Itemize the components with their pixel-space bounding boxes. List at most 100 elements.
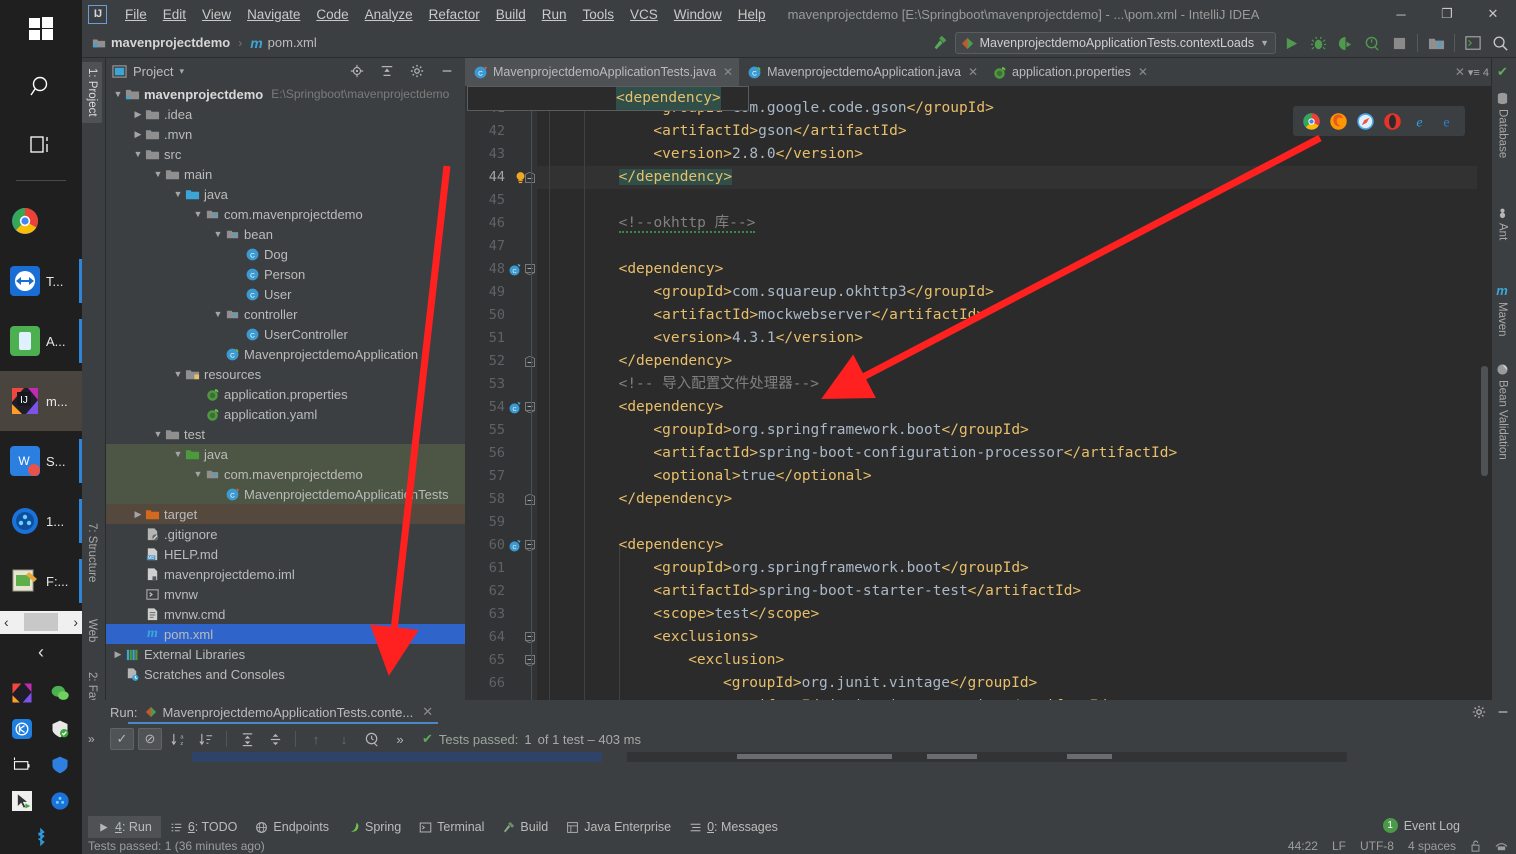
tree-item-usercontroller[interactable]: CUserController (106, 324, 465, 344)
tree-item-person[interactable]: CPerson (106, 264, 465, 284)
bottom-tab-spring[interactable]: Spring (338, 816, 410, 838)
tray-tencent-icon[interactable] (42, 748, 78, 782)
run-button[interactable] (1279, 31, 1303, 55)
maximize-button[interactable]: ❐ (1424, 0, 1470, 28)
tree-item-mavenprojectdemo[interactable]: ▼mavenprojectdemoE:\Springboot\mavenproj… (106, 84, 465, 104)
tree-toggle-icon[interactable]: ▼ (192, 469, 204, 479)
sort-by-duration-button[interactable] (194, 728, 218, 750)
hide-ignored-button[interactable]: ⊘ (138, 728, 162, 750)
terminal-button[interactable] (1461, 31, 1485, 55)
edge-icon[interactable]: e (1410, 112, 1429, 131)
spring-bean-gutter-icon[interactable]: C (505, 534, 523, 557)
tree-item-user[interactable]: CUser (106, 284, 465, 304)
code-line-57[interactable]: <optional>true</optional> (653, 465, 871, 488)
bottom-tab-terminal[interactable]: Terminal (410, 816, 493, 838)
chrome-icon[interactable] (1302, 112, 1321, 131)
taskbar-app-teamviewer[interactable]: T... (0, 251, 82, 311)
history-button[interactable] (360, 728, 384, 750)
unlocked-icon[interactable] (1470, 840, 1481, 852)
code-line-46[interactable]: <!--okhttp 库--> (619, 212, 756, 235)
gear-icon[interactable] (1472, 705, 1486, 719)
tree-toggle-icon[interactable]: ▶ (132, 509, 144, 520)
menu-item-navigate[interactable]: Navigate (239, 4, 308, 25)
menu-item-vcs[interactable]: VCS (622, 4, 666, 25)
tree-toggle-icon[interactable]: ▼ (212, 309, 224, 319)
scroll-thumb[interactable] (24, 613, 58, 631)
tree-item-mvnw-cmd[interactable]: mvnw.cmd (106, 604, 465, 624)
editor-tab-mavenprojectdemoapplicationtests-java[interactable]: CMavenprojectdemoApplicationTests.java✕ (465, 58, 739, 86)
code-line-44[interactable]: </dependency> (619, 166, 733, 189)
tree-toggle-icon[interactable]: ▼ (172, 189, 184, 199)
tree-toggle-icon[interactable]: ▼ (212, 229, 224, 239)
tree-toggle-icon[interactable]: ▶ (132, 109, 144, 120)
code-line-58[interactable]: </dependency> (619, 488, 733, 511)
tray-expand-icon[interactable]: ‹ (0, 634, 82, 672)
database-icon[interactable] (1496, 92, 1509, 105)
tree-item-mvnw[interactable]: mvnw (106, 584, 465, 604)
close-icon[interactable]: ✕ (723, 65, 733, 79)
sidebar-tab-web[interactable]: Web (82, 613, 102, 648)
ant-icon[interactable] (1496, 206, 1509, 219)
search-everywhere-button[interactable] (1488, 31, 1512, 55)
editor-tab-mavenprojectdemoapplication-java[interactable]: CMavenprojectdemoApplication.java✕ (739, 58, 984, 86)
menu-item-code[interactable]: Code (308, 4, 356, 25)
maven-icon[interactable]: m (1496, 283, 1508, 298)
taskbar-scrollbar[interactable]: ‹ › (0, 611, 82, 634)
editor-gutter[interactable]: 40C4142434445464748C495051525354C5556575… (465, 86, 537, 734)
close-icon[interactable]: ✕ (1138, 65, 1148, 79)
tray-bluetooth-icon[interactable] (23, 820, 59, 854)
opera-icon[interactable] (1383, 112, 1402, 131)
tree-toggle-icon[interactable]: ▼ (172, 369, 184, 379)
bottom-tab-endpoints[interactable]: Endpoints (246, 816, 338, 838)
show-passed-button[interactable]: ✓ (110, 728, 134, 750)
tree-item-external-libraries[interactable]: ▶External Libraries (106, 644, 465, 664)
safari-icon[interactable] (1356, 112, 1375, 131)
bean-validation-icon[interactable] (1496, 363, 1509, 376)
fold-collapse-icon[interactable] (523, 258, 537, 281)
taskbar-app-wps[interactable]: W S... (0, 431, 82, 491)
build-hammer-icon[interactable] (928, 31, 952, 55)
run-with-coverage-button[interactable] (1333, 31, 1357, 55)
tree-item-pom-xml[interactable]: mpom.xml (106, 624, 465, 644)
menu-item-analyze[interactable]: Analyze (357, 4, 421, 25)
close-icon[interactable]: ✕ (1455, 65, 1465, 79)
tree-item-src[interactable]: ▼src (106, 144, 465, 164)
project-structure-button[interactable] (1424, 31, 1448, 55)
inspector-icon[interactable] (1495, 840, 1508, 852)
fold-end-icon[interactable] (523, 488, 537, 511)
code-line-50[interactable]: <artifactId>mockwebserver</artifactId> (653, 304, 985, 327)
code-line-61[interactable]: <groupId>org.springframework.boot</group… (653, 557, 1028, 580)
hide-panel-icon[interactable] (1496, 705, 1510, 719)
collapse-all-icon[interactable] (375, 59, 399, 83)
taskbar-app-intellij[interactable]: IJ m... (0, 371, 82, 431)
tree-item-help-md[interactable]: MDHELP.md (106, 544, 465, 564)
tray-battery-icon[interactable] (4, 748, 40, 782)
caret-position[interactable]: 44:22 (1288, 839, 1318, 853)
tree-item-resources[interactable]: ▼resources (106, 364, 465, 384)
tray-player-icon[interactable] (42, 784, 78, 818)
tree-item-mavenprojectdemo-iml[interactable]: mavenprojectdemo.iml (106, 564, 465, 584)
code-line-63[interactable]: <scope>test</scope> (653, 603, 819, 626)
editor-tab-application-properties[interactable]: application.properties✕ (984, 58, 1154, 86)
line-separator[interactable]: LF (1332, 839, 1346, 853)
tree-item-mavenprojectdemoapplication[interactable]: CMavenprojectdemoApplication (106, 344, 465, 364)
fold-collapse-icon[interactable] (523, 649, 537, 672)
profiler-button[interactable] (1360, 31, 1384, 55)
close-icon[interactable]: ✕ (968, 65, 978, 79)
tray-kugou-icon[interactable] (4, 712, 40, 746)
tree-item-dog[interactable]: CDog (106, 244, 465, 264)
tree-item-com-mavenprojectdemo[interactable]: ▼com.mavenprojectdemo (106, 464, 465, 484)
file-encoding[interactable]: UTF-8 (1360, 839, 1394, 853)
taskbar-app-androidstudio[interactable]: A... (0, 311, 82, 371)
tray-intellij-icon[interactable] (4, 676, 40, 710)
collapse-all-button[interactable] (263, 728, 287, 750)
bottom-tab-java-enterprise[interactable]: Java Enterprise (557, 816, 680, 838)
menu-item-tools[interactable]: Tools (575, 4, 623, 25)
project-tree[interactable]: ▼mavenprojectdemoE:\Springboot\mavenproj… (106, 84, 465, 758)
tree-item-gitignore[interactable]: .gitignore (106, 524, 465, 544)
code-content[interactable]: <dependency><groupId>com.google.code.gso… (537, 86, 1491, 734)
tree-toggle-icon[interactable]: ▼ (112, 89, 124, 99)
tree-item-java[interactable]: ▼java (106, 444, 465, 464)
start-button[interactable] (0, 0, 82, 58)
menu-item-build[interactable]: Build (488, 4, 534, 25)
